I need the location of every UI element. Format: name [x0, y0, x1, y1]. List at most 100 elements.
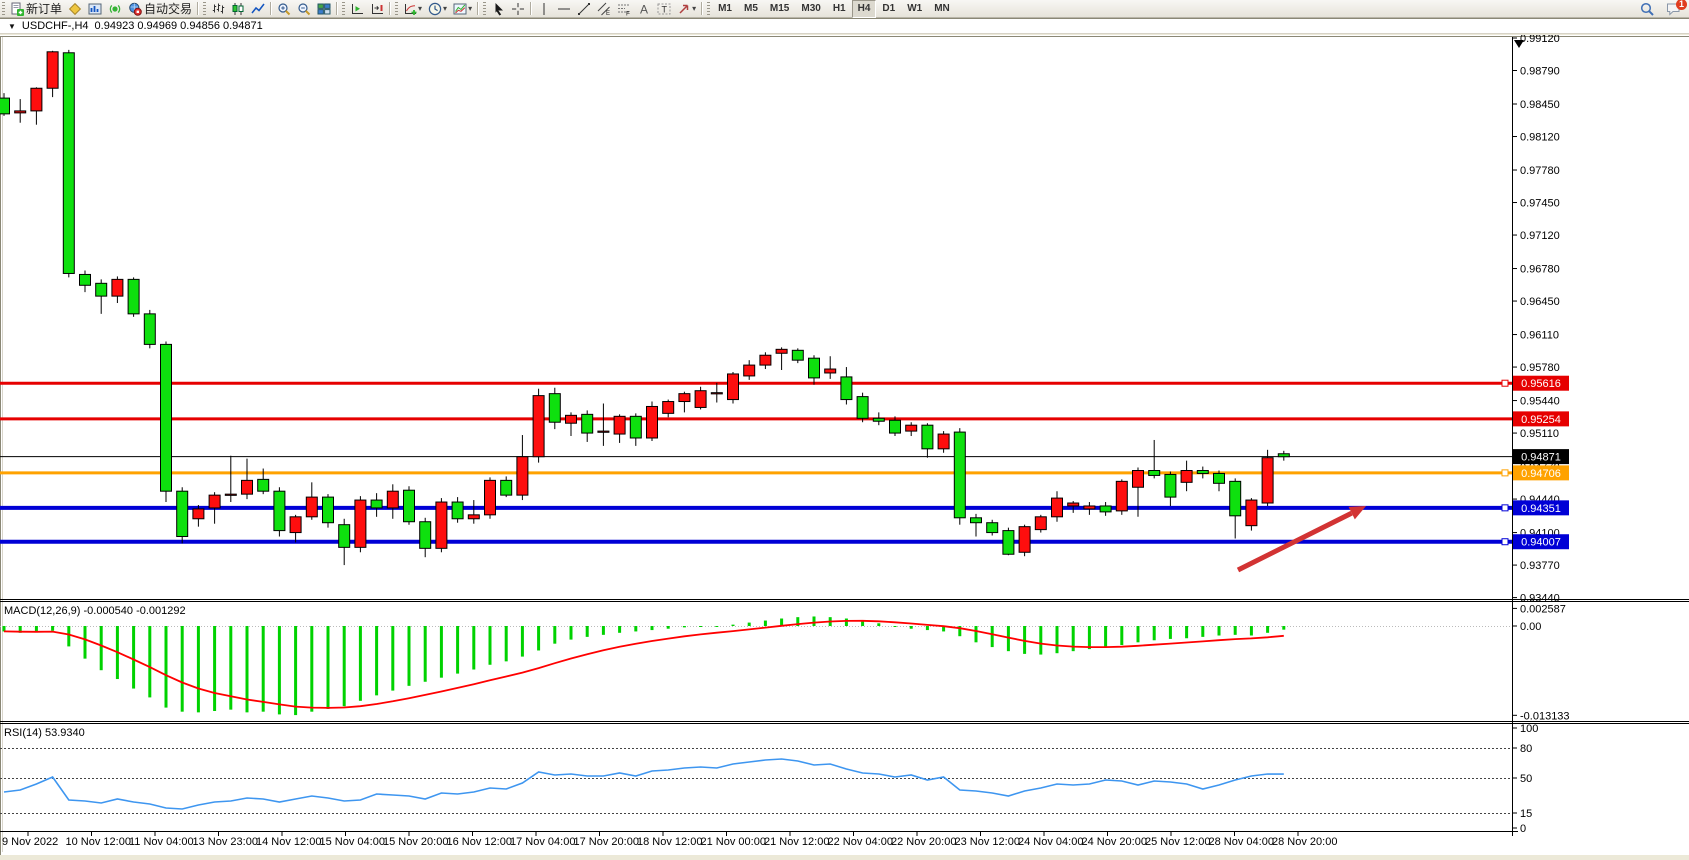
chat-button[interactable]: 1 [1663, 0, 1683, 18]
line-handle[interactable] [1502, 470, 1508, 476]
timeframe-button-m30[interactable]: M30 [795, 0, 826, 18]
toolbar-drag-handle [2, 2, 5, 15]
timeframe-button-d1[interactable]: D1 [876, 0, 901, 18]
auto-scroll-icon [350, 2, 364, 16]
macd-histogram-bar [1282, 626, 1285, 630]
chat-badge: 1 [1676, 0, 1687, 10]
ticket-button[interactable] [65, 0, 85, 18]
candle-bullish [566, 415, 577, 423]
macd-axis-label: 0.00 [1520, 621, 1541, 633]
timeframe-button-mn[interactable]: MN [928, 0, 956, 18]
macd-histogram-bar [1218, 626, 1221, 636]
templates-button[interactable]: ▾ [450, 0, 475, 18]
new-order-icon [10, 2, 24, 16]
tile-windows-button[interactable] [314, 0, 334, 18]
indicators-button[interactable]: ▾ [400, 0, 425, 18]
chart-shift-button[interactable] [367, 0, 387, 18]
candlestick-button[interactable] [228, 0, 248, 18]
candle-bullish [598, 431, 609, 432]
macd-histogram-bar [602, 626, 605, 635]
macd-histogram-bar [651, 626, 654, 630]
macd-histogram-bar [634, 626, 637, 631]
channel-button[interactable]: E [594, 0, 614, 18]
autotrade-label: 自动交易 [144, 0, 192, 17]
timeframe-button-h1[interactable]: H1 [827, 0, 852, 18]
search-icon [1640, 2, 1654, 16]
macd-histogram-bar [1039, 626, 1042, 655]
timeframe-button-m1[interactable]: M1 [712, 0, 738, 18]
candle-bullish [679, 394, 690, 402]
price-axis-label: 0.96450 [1520, 296, 1560, 308]
rsi-axis-label: 80 [1520, 743, 1532, 755]
bar-chart-button[interactable] [208, 0, 228, 18]
candle-bearish [501, 480, 512, 495]
line-handle[interactable] [1502, 505, 1508, 511]
text-button[interactable]: A [634, 0, 654, 18]
candle-bullish [355, 500, 366, 547]
shapes-button[interactable]: ▾ [674, 0, 699, 18]
candle-bullish [1116, 481, 1127, 511]
templates-icon [453, 2, 467, 16]
macd-histogram-bar [375, 626, 378, 695]
macd-histogram-bar [489, 626, 492, 665]
timeframe-button-h4[interactable]: H4 [852, 0, 877, 18]
zoom-in-button[interactable] [274, 0, 294, 18]
candle-bearish [1149, 471, 1160, 476]
search-button[interactable] [1637, 0, 1657, 18]
chevron-down-icon[interactable]: ▼ [8, 22, 16, 31]
macd-histogram-bar [1056, 626, 1059, 653]
line-handle[interactable] [1502, 539, 1508, 545]
line-handle[interactable] [1502, 380, 1508, 386]
candle-bearish [987, 523, 998, 533]
candle-bearish [177, 491, 188, 536]
chart-title-bar[interactable]: ▼ USDCHF-,H4 0.94923 0.94969 0.94856 0.9… [0, 18, 1689, 34]
periods-icon [428, 2, 442, 16]
autotrade-icon [128, 2, 142, 16]
auto-scroll-button[interactable] [347, 0, 367, 18]
candle-bullish [663, 402, 674, 414]
candle-bearish [258, 479, 269, 491]
macd-histogram-bar [310, 626, 313, 712]
timeframe-button-m15[interactable]: M15 [764, 0, 795, 18]
bar-chart-icon [211, 2, 225, 16]
macd-histogram-bar [424, 626, 427, 682]
zoom-out-icon [297, 2, 311, 16]
macd-histogram-bar [764, 621, 767, 626]
macd-histogram-bar [181, 626, 184, 712]
chart-area[interactable]: 0.991200.987900.984500.981200.977800.974… [0, 35, 1689, 855]
macd-histogram-bar [100, 626, 103, 670]
timeframe-button-m5[interactable]: M5 [738, 0, 764, 18]
macd-histogram-bar [213, 626, 216, 711]
candle-bearish [971, 518, 982, 523]
autotrade-button[interactable]: 自动交易 [125, 0, 195, 18]
price-badge-value: 0.94706 [1521, 468, 1561, 480]
zoom-out-button[interactable] [294, 0, 314, 18]
news-button[interactable] [105, 0, 125, 18]
candle-bullish [695, 391, 706, 408]
candle-bearish [1165, 474, 1176, 497]
market-watch-icon [88, 2, 102, 16]
candle-bearish [1003, 531, 1014, 555]
time-axis-label: 28 Nov 04:00 [1209, 836, 1274, 848]
chart-canvas[interactable]: 0.991200.987900.984500.981200.977800.974… [0, 35, 1689, 855]
market-watch-button[interactable] [85, 0, 105, 18]
timeframe-button-w1[interactable]: W1 [901, 0, 928, 18]
macd-histogram-bar [1104, 626, 1107, 647]
candle-bullish [290, 517, 301, 533]
text-label-button[interactable]: T [654, 0, 674, 18]
new-order-button[interactable]: 新订单 [7, 0, 65, 18]
line-chart-button[interactable] [248, 0, 268, 18]
cursor-button[interactable] [488, 0, 508, 18]
trendline-button[interactable] [574, 0, 594, 18]
vline-button[interactable] [534, 0, 554, 18]
crosshair-button[interactable] [508, 0, 528, 18]
candle-bearish [1214, 473, 1225, 483]
candle-bearish [1230, 481, 1241, 515]
candle-bullish [387, 491, 398, 508]
candle-bearish [873, 418, 884, 421]
candle-bullish [533, 396, 544, 457]
fibonacci-button[interactable]: F [614, 0, 634, 18]
macd-histogram-bar [440, 626, 443, 678]
hline-button[interactable] [554, 0, 574, 18]
periods-button[interactable]: ▾ [425, 0, 450, 18]
